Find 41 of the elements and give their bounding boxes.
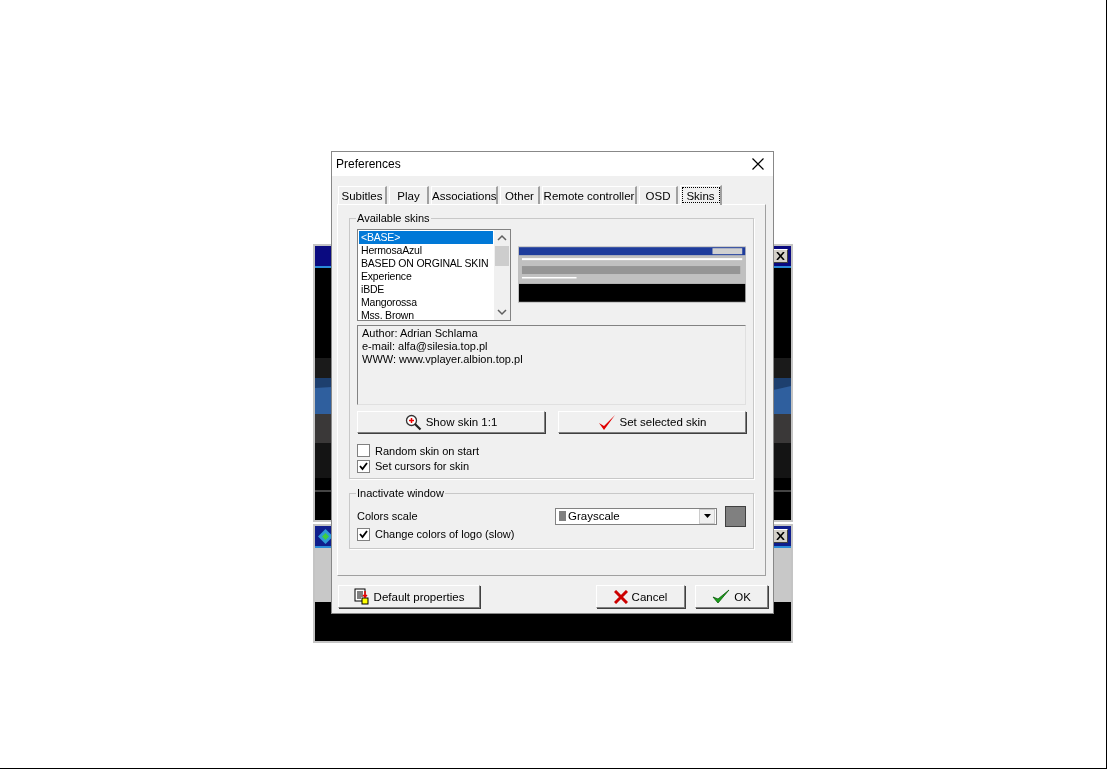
close-icon[interactable] [752, 158, 764, 170]
checkbox-label: Change colors of logo (slow) [375, 528, 515, 540]
zoom-icon [404, 413, 422, 431]
list-item[interactable]: Mss. Brown [359, 309, 493, 320]
checkbox[interactable] [357, 444, 370, 458]
scrollbar[interactable] [493, 230, 510, 320]
set-skin-button[interactable]: Set selected skin [558, 411, 746, 434]
show-skin-button[interactable]: Show skin 1:1 [357, 411, 545, 434]
tab[interactable]: Associations [431, 186, 498, 204]
document-icon [353, 588, 370, 605]
info-text: Author: Adrian Schlama [362, 327, 479, 340]
tab[interactable]: Subitles [338, 186, 387, 204]
checkbox[interactable] [357, 459, 370, 473]
field-label: Colors scale [357, 510, 419, 522]
list-item[interactable]: Experience [359, 270, 493, 283]
group-label: Available skins [356, 212, 431, 224]
caret-icon [703, 514, 711, 518]
info-text: WWW: www.vplayer.albion.top.pl [362, 353, 524, 366]
dropdown[interactable]: Grayscale [555, 507, 717, 525]
cancel-button[interactable]: Cancel [596, 585, 685, 608]
checkbox-label: Random skin on start [375, 444, 479, 457]
list-item[interactable]: HermosaAzul [359, 244, 493, 257]
window-title: Preferences [336, 157, 401, 171]
tab[interactable]: Remote controller [542, 186, 637, 204]
checkbox[interactable] [357, 527, 370, 541]
list-item[interactable]: <BASE> [359, 231, 493, 244]
tab[interactable]: Skins [680, 185, 722, 205]
color-swatch[interactable] [725, 505, 746, 527]
checkmark-icon [712, 589, 731, 604]
list-item[interactable]: BASED ON ORGINAL SKIN [359, 257, 493, 270]
tab[interactable]: OSD [639, 186, 678, 204]
list-item[interactable]: Mangorossa [359, 296, 493, 309]
tab[interactable]: Other [500, 186, 540, 204]
list-item[interactable]: iBDE [359, 283, 493, 296]
default-properties-button[interactable]: Default properties [338, 585, 480, 608]
info-text: e-mail: alfa@silesia.top.pl [362, 340, 489, 353]
ok-button[interactable]: OK [695, 585, 768, 608]
cross-icon [613, 589, 628, 604]
checkbox-label: Set cursors for skin [375, 460, 470, 473]
group-label: Inactivate window [356, 487, 445, 499]
tab[interactable]: Play [389, 186, 429, 204]
